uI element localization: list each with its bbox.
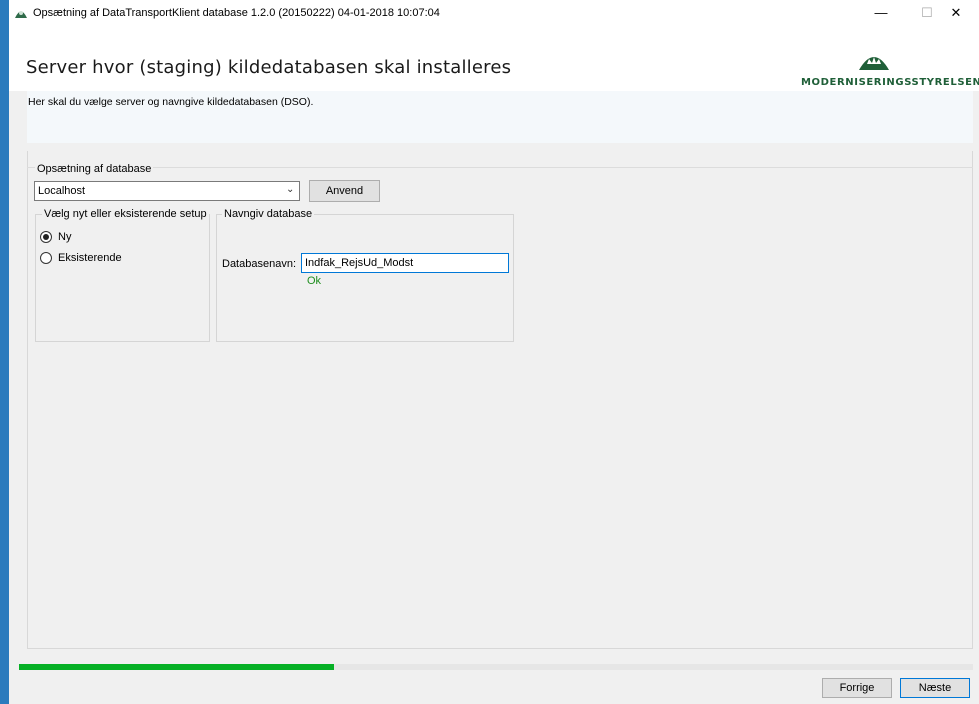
radio-existing-label[interactable]: Eksisterende: [58, 252, 122, 264]
desktop-edge: [0, 0, 9, 704]
chevron-down-icon[interactable]: ⌄: [286, 184, 294, 195]
group-divider: [27, 167, 973, 168]
radio-existing[interactable]: [40, 252, 52, 264]
page-title: Server hvor (staging) kildedatabasen ska…: [26, 57, 512, 78]
server-combobox-value: Localhost: [38, 185, 86, 197]
page-description: Her skal du vælge server og navngive kil…: [28, 96, 314, 108]
database-group-label: Opsætning af database: [35, 163, 154, 175]
validation-status: Ok: [307, 275, 322, 287]
logo-wordmark: MODERNISERINGSSTYRELSEN: [801, 77, 979, 88]
app-icon: [15, 11, 27, 18]
database-name-label: Databasenavn:: [222, 258, 296, 270]
setup-group-label: Vælg nyt eller eksisterende setup: [42, 208, 209, 220]
minimize-button[interactable]: —: [858, 0, 904, 27]
radio-new-label[interactable]: Ny: [58, 231, 71, 243]
name-groupbox: [216, 214, 514, 342]
crown-logo-icon: [859, 53, 889, 70]
window-title: Opsætning af DataTransportKlient databas…: [33, 7, 440, 19]
radio-new[interactable]: [40, 231, 52, 243]
database-name-input[interactable]: [301, 253, 509, 273]
name-group-label: Navngiv database: [222, 208, 315, 220]
progress-bar-fill: [19, 664, 334, 670]
apply-button[interactable]: Anvend: [309, 180, 380, 202]
close-button[interactable]: ✕: [933, 0, 979, 27]
next-button[interactable]: Næste: [900, 678, 970, 698]
back-button[interactable]: Forrige: [822, 678, 892, 698]
